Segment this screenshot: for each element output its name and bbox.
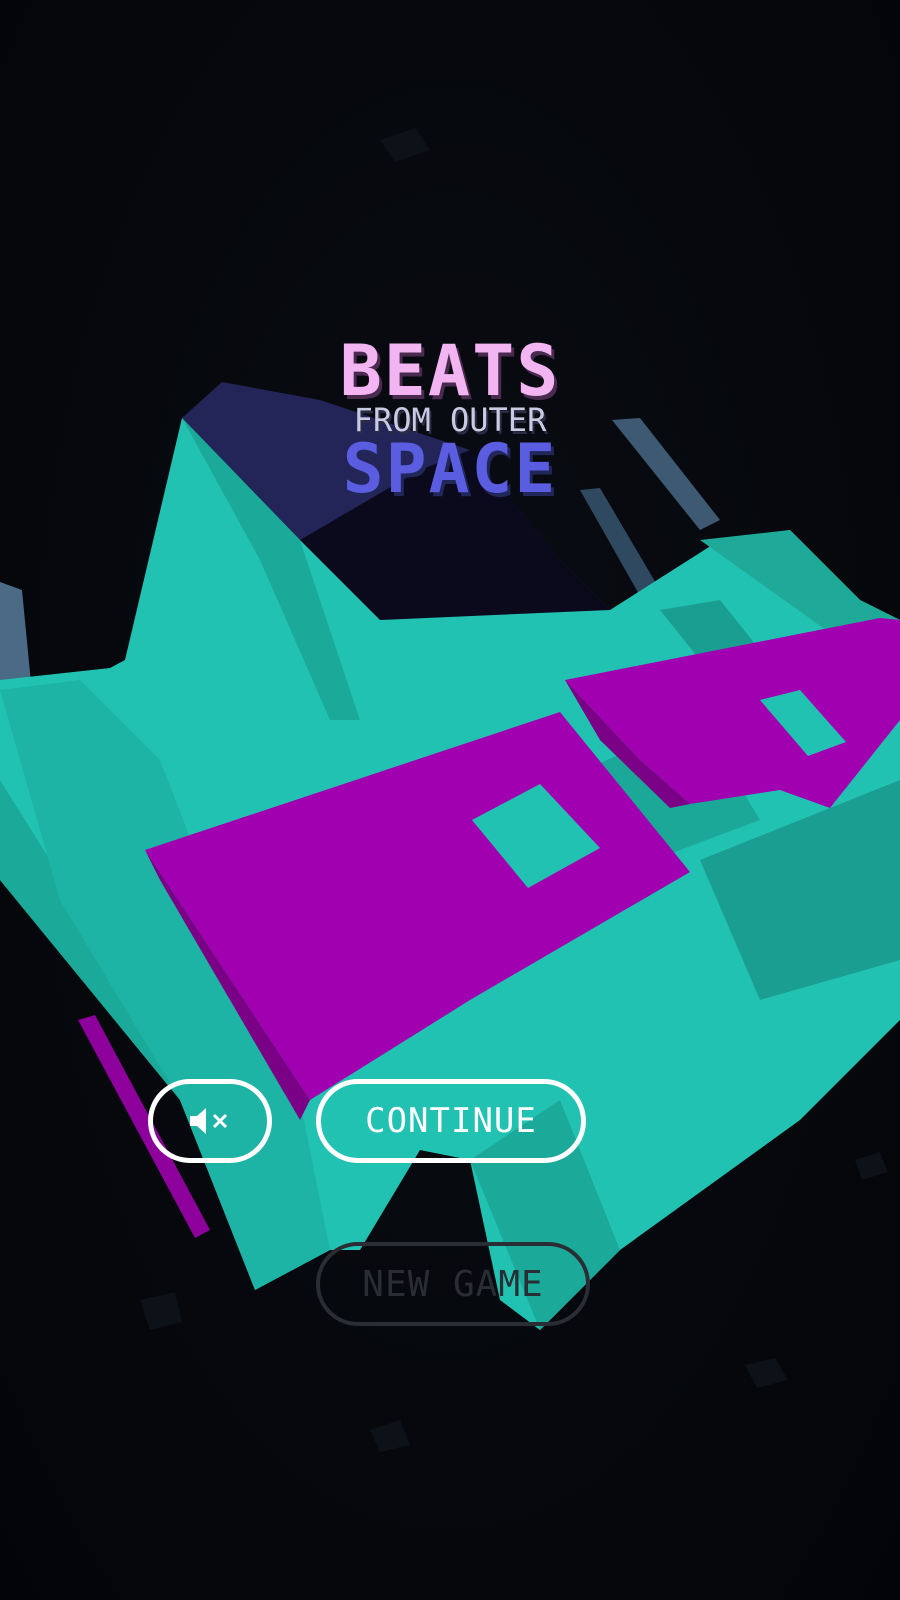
new-game-button[interactable]: NEW GAME xyxy=(316,1242,590,1326)
game-screen: BEATS FROM OUTER SPACE CONTINUE NEW GAME xyxy=(0,0,900,1600)
title-space: SPACE xyxy=(342,430,558,509)
title-beats: BEATS xyxy=(339,330,561,412)
game-scene-background xyxy=(0,128,900,1452)
continue-button[interactable]: CONTINUE xyxy=(316,1079,586,1163)
speaker-muted-icon xyxy=(190,1108,228,1134)
mute-button[interactable] xyxy=(148,1079,272,1163)
